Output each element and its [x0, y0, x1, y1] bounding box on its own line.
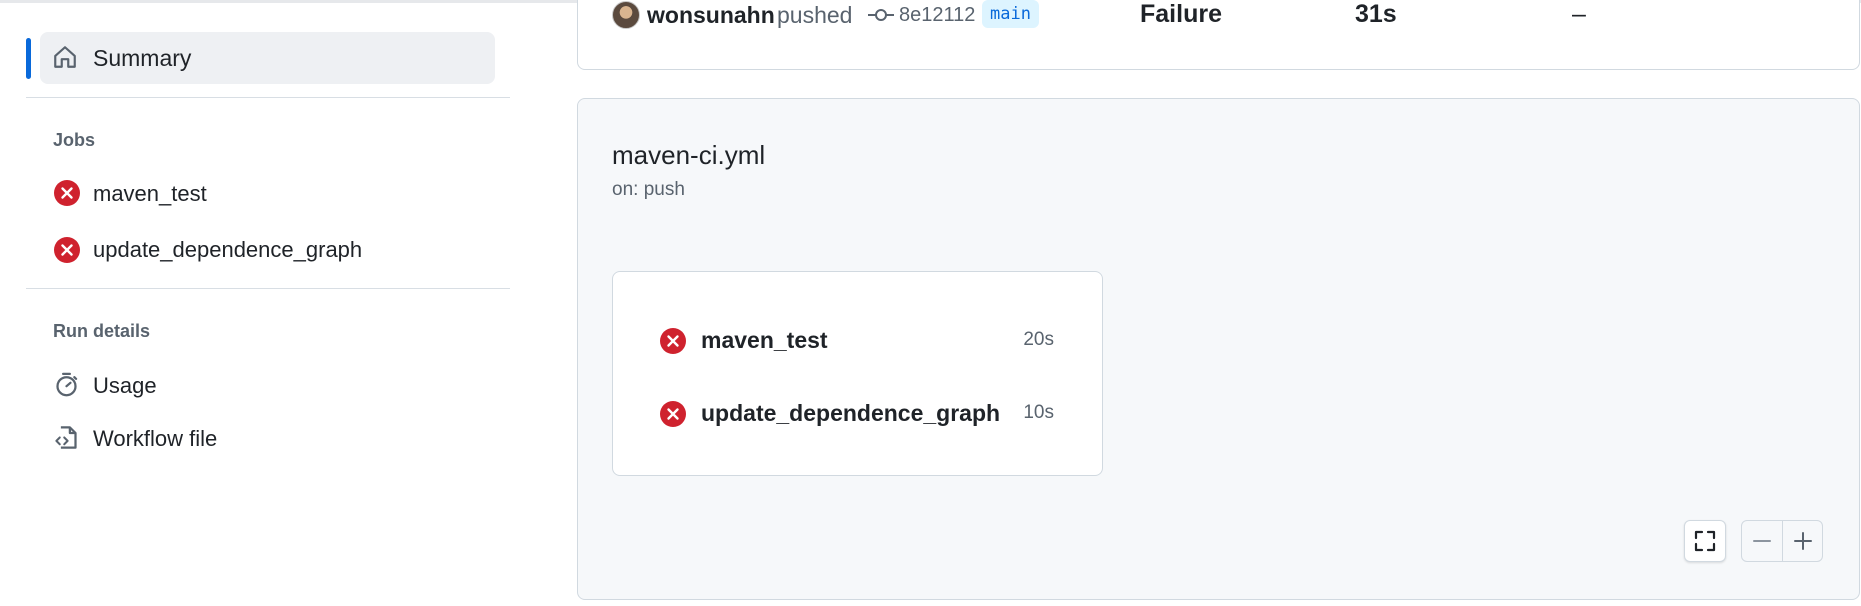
file-code-icon — [55, 426, 77, 449]
active-marker — [26, 38, 31, 79]
event-text: pushed — [777, 2, 853, 28]
fullscreen-icon — [1694, 530, 1716, 552]
workflow-name: maven-ci.yml — [612, 140, 766, 170]
sidebar-item-label: Workflow file — [93, 426, 218, 451]
sidebar-divider — [26, 288, 510, 289]
zoom-in-button[interactable] — [1783, 521, 1823, 561]
failure-icon — [54, 237, 80, 263]
actor-link[interactable]: wonsunahn — [647, 2, 775, 29]
job-duration: 20s — [1023, 329, 1054, 350]
sidebar-item-label: Summary — [93, 45, 192, 71]
minus-icon — [1753, 540, 1771, 542]
run-sidebar: Summary Jobs maven_test update_dependenc… — [0, 0, 520, 606]
job-duration: 10s — [1023, 402, 1054, 423]
git-commit-icon — [868, 9, 894, 21]
stopwatch-icon — [56, 372, 78, 397]
run-details-heading: Run details — [53, 321, 151, 341]
total-duration-value: 31s — [1355, 0, 1397, 28]
plus-icon — [1794, 532, 1812, 550]
artifacts-value: – — [1572, 0, 1586, 28]
commit-sha-link[interactable]: 8e12112 — [899, 4, 975, 27]
sidebar-divider — [26, 97, 510, 98]
failure-icon — [660, 401, 686, 427]
graph-job-update-dependence-graph[interactable]: update_dependence_graph 10s — [659, 395, 1054, 435]
branch-badge[interactable]: main — [982, 0, 1039, 28]
sidebar-item-label: Usage — [93, 373, 157, 398]
sidebar-item-label: maven_test — [93, 181, 207, 206]
failure-icon — [54, 180, 80, 206]
job-group-box — [612, 271, 1103, 476]
job-name: maven_test — [701, 327, 828, 353]
workflow-trigger: on: push — [612, 179, 685, 200]
sidebar-item-job-update-dependence-graph[interactable]: update_dependence_graph — [40, 227, 500, 271]
avatar[interactable] — [612, 1, 640, 29]
sidebar-item-workflow-file[interactable]: Workflow file — [40, 416, 500, 460]
failure-icon — [660, 328, 686, 354]
zoom-controls — [1741, 520, 1823, 562]
sidebar-item-job-maven-test[interactable]: maven_test — [40, 171, 500, 215]
sidebar-item-label: update_dependence_graph — [93, 237, 363, 262]
sidebar-item-usage[interactable]: Usage — [40, 363, 500, 407]
job-name: update_dependence_graph — [701, 400, 1001, 426]
jobs-heading: Jobs — [53, 130, 96, 150]
zoom-out-button[interactable] — [1742, 521, 1783, 561]
graph-job-maven-test[interactable]: maven_test 20s — [659, 322, 1054, 362]
status-value: Failure — [1140, 0, 1222, 28]
home-icon — [54, 46, 76, 68]
fullscreen-button[interactable] — [1684, 520, 1726, 562]
